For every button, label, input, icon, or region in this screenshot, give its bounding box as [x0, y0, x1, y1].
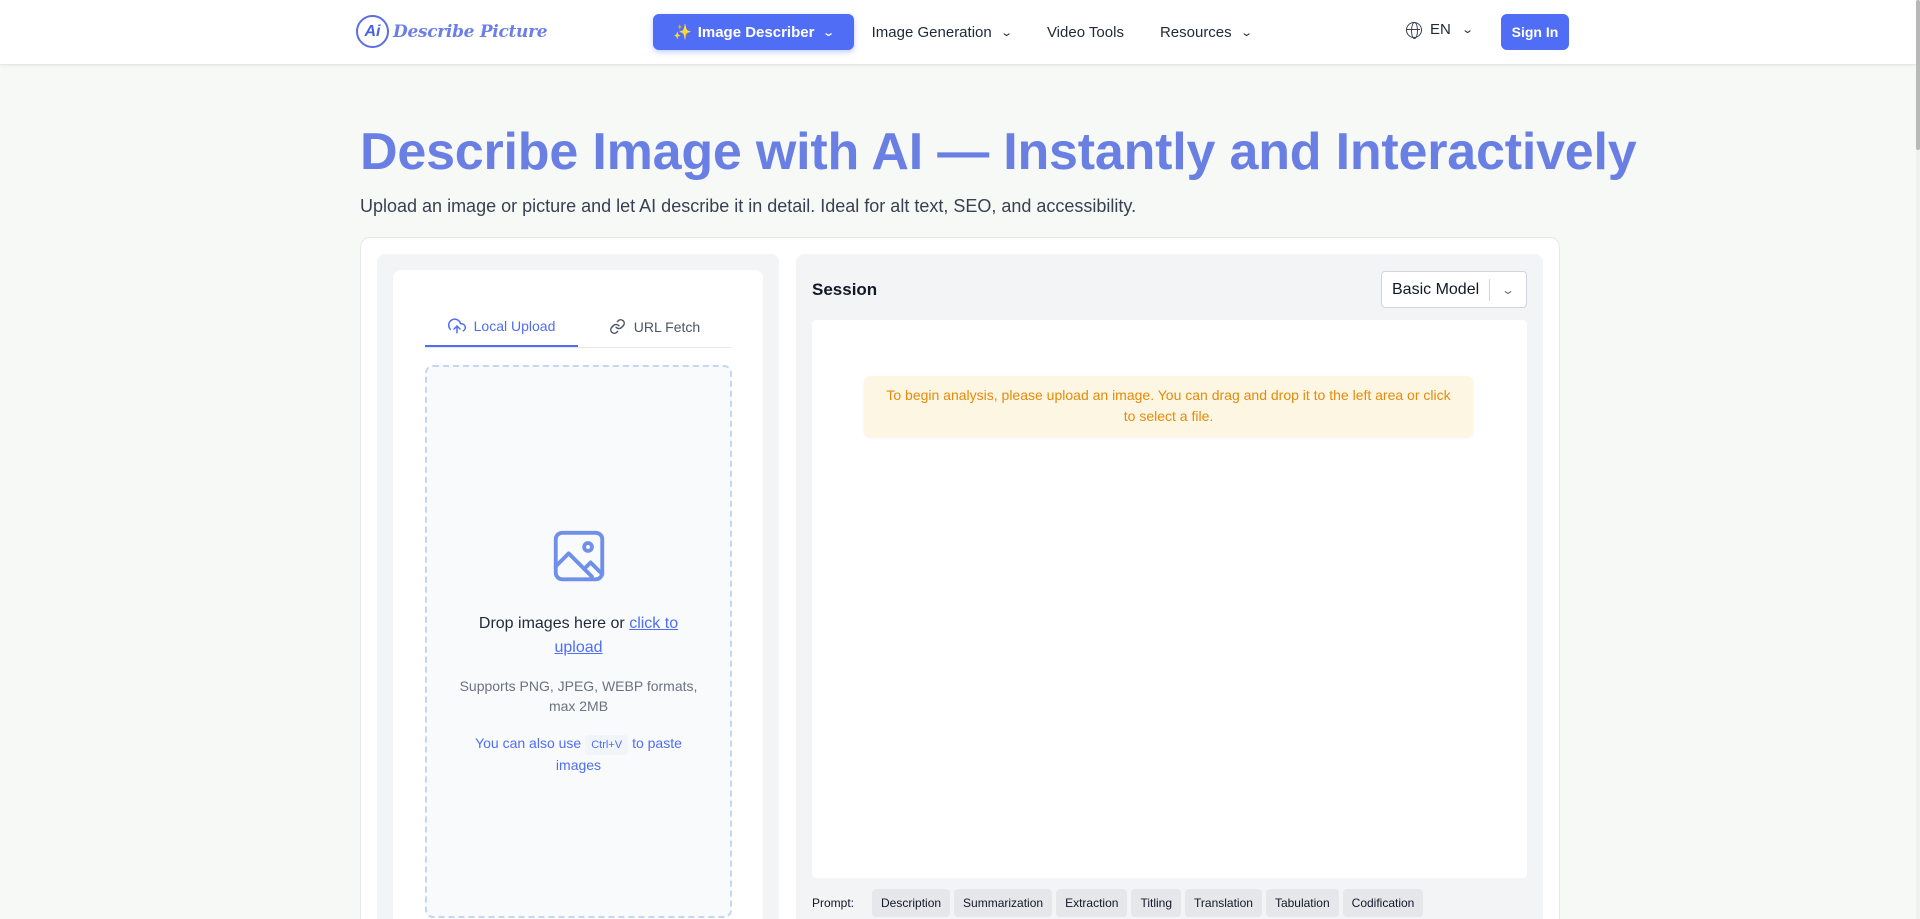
upload-notice: To begin analysis, please upload an imag…	[864, 376, 1473, 437]
drop-text: Drop images here or	[478, 615, 625, 632]
logo-mark: Ai	[356, 15, 389, 48]
session-title: Session	[812, 280, 878, 299]
chevron-down-icon: ⌄	[1500, 282, 1516, 297]
prompt-chip-description[interactable]: Description	[872, 889, 951, 917]
prompt-chip-translation[interactable]: Translation	[1185, 889, 1262, 917]
paste-prefix: You can also use	[475, 735, 582, 751]
chevron-down-icon: ⌄	[999, 26, 1013, 39]
sparkle-icon: ✨	[673, 24, 692, 41]
prompt-chip-summarization[interactable]: Summarization	[954, 889, 1053, 917]
scrollbar[interactable]	[1916, 0, 1920, 919]
logo[interactable]: Ai Describe Picture	[356, 15, 548, 48]
dropzone-text: Drop images here or click to upload	[427, 612, 730, 660]
model-select[interactable]: Basic Model ⌄	[1381, 271, 1527, 308]
nav-label: Image Generation	[871, 23, 992, 41]
nav-resources[interactable]: Resources ⌄	[1142, 14, 1269, 50]
model-select-value: Basic Model	[1392, 280, 1480, 298]
nav-label: Image Describer	[697, 23, 815, 41]
scrollbar-thumb[interactable]	[1916, 0, 1920, 150]
sign-in-button[interactable]: Sign In	[1501, 14, 1569, 50]
language-label: EN	[1430, 21, 1451, 38]
cloud-upload-icon	[447, 317, 466, 333]
globe-icon	[1406, 21, 1422, 39]
prompt-chip-codification[interactable]: Codification	[1342, 889, 1424, 917]
language-selector[interactable]: EN ⌄	[1406, 21, 1474, 39]
top-navbar: Ai Describe Picture ✨ Image Describer ⌄ …	[0, 0, 1916, 65]
tab-label: Local Upload	[473, 317, 556, 334]
paste-hint: You can also use Ctrl+V to paste images	[427, 733, 730, 775]
page-title: Describe Image with AI — Instantly and I…	[360, 123, 1637, 181]
page-subtitle: Upload an image or picture and let AI de…	[360, 196, 1137, 216]
paste-shortcut: Ctrl+V	[585, 735, 629, 755]
nav-video-tools[interactable]: Video Tools	[1029, 14, 1142, 50]
chevron-down-icon: ⌄	[822, 26, 836, 39]
tab-local-upload[interactable]: Local Upload	[425, 306, 578, 347]
nav-image-generation[interactable]: Image Generation ⌄	[854, 14, 1029, 50]
prompt-row: Prompt: Description Summarization Extrac…	[812, 889, 1424, 917]
chevron-down-icon: ⌄	[1239, 26, 1253, 39]
tab-url-fetch[interactable]: URL Fetch	[578, 306, 731, 347]
prompt-label: Prompt:	[812, 896, 855, 910]
logo-text: Describe Picture	[393, 21, 548, 42]
prompt-chip-tabulation[interactable]: Tabulation	[1265, 889, 1339, 917]
prompt-chip-titling[interactable]: Titling	[1131, 889, 1182, 917]
supported-formats: Supports PNG, JPEG, WEBP formats, max 2M…	[459, 678, 698, 714]
nav-label: Video Tools	[1046, 23, 1124, 41]
link-icon	[609, 319, 625, 334]
chevron-down-icon: ⌄	[1461, 24, 1474, 36]
image-icon	[548, 525, 610, 592]
image-dropzone[interactable]: Drop images here or click to upload Supp…	[425, 365, 732, 918]
nav-image-describer[interactable]: ✨ Image Describer ⌄	[653, 14, 854, 50]
nav-label: Resources	[1159, 23, 1232, 41]
tab-label: URL Fetch	[633, 318, 701, 335]
main-nav: ✨ Image Describer ⌄ Image Generation ⌄ V…	[653, 14, 1269, 50]
prompt-chip-extraction[interactable]: Extraction	[1056, 889, 1128, 917]
upload-tabs: Local Upload URL Fetch	[425, 306, 731, 348]
